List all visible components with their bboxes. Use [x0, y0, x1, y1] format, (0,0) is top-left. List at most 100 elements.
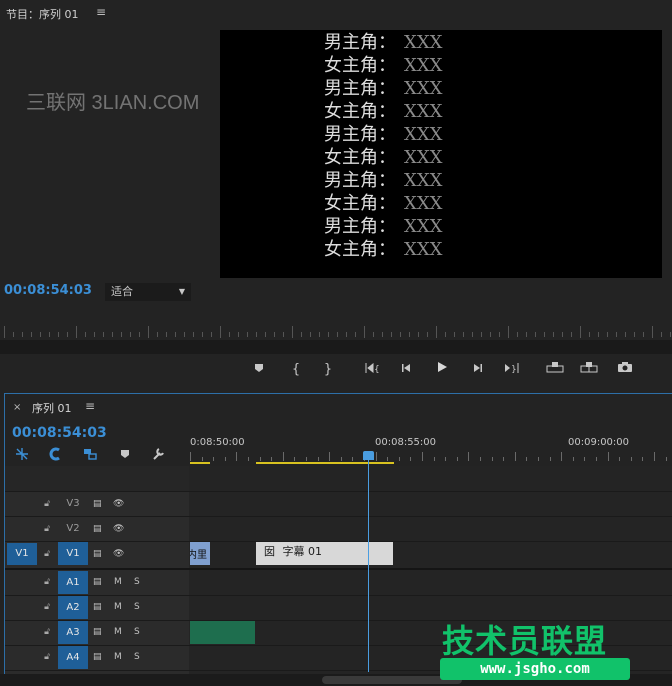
step-back-icon[interactable]	[396, 361, 418, 379]
timeline-ruler[interactable]: 0:08:50:00 00:08:55:00 00:09:00:00	[190, 432, 672, 466]
play-icon[interactable]	[431, 361, 453, 379]
ruler-tick	[526, 457, 527, 461]
track-name-a2[interactable]: A2	[58, 596, 88, 619]
sequence-tab[interactable]: 序列 01	[32, 400, 72, 416]
lock-icon[interactable]: 🔓︎	[42, 549, 52, 559]
ruler-tick	[445, 457, 446, 461]
ruler-tick	[619, 457, 620, 461]
sync-lock-icon[interactable]: ▤	[93, 524, 102, 534]
mark-out-icon[interactable]: }	[317, 361, 339, 379]
camera-icon[interactable]	[614, 361, 636, 379]
credit-name: XXX	[404, 78, 443, 99]
ruler-tick	[550, 457, 551, 461]
extract-icon[interactable]	[578, 361, 600, 379]
timeline-timecode[interactable]: 00:08:54:03	[12, 425, 107, 441]
ruler-tick	[463, 332, 464, 337]
ruler-tick	[445, 332, 446, 337]
track-name-v1[interactable]: V1	[58, 542, 88, 565]
nest-toggle-icon[interactable]	[14, 447, 30, 463]
solo-button[interactable]: S	[134, 577, 140, 587]
add-marker-icon[interactable]	[117, 447, 133, 463]
track-name-v3[interactable]: V3	[58, 492, 88, 515]
ruler-tick	[472, 332, 473, 337]
track-name-a3[interactable]: A3	[58, 621, 88, 644]
track-name-a4[interactable]: A4	[58, 646, 88, 669]
mute-button[interactable]: M	[114, 577, 122, 587]
lock-icon[interactable]: 🔓︎	[42, 524, 52, 534]
lock-icon[interactable]: 🔓︎	[42, 627, 52, 637]
sync-lock-icon[interactable]: ▤	[93, 577, 102, 587]
ruler-tick	[213, 457, 214, 461]
program-preview[interactable]: 男主角： XXX 女主角： XXX 男主角： XXX 女主角： XXX 男主角： XXX 女主角： X…	[220, 30, 662, 278]
ruler-tick	[175, 332, 176, 337]
marker-icon[interactable]	[248, 361, 270, 379]
source-patch-v1[interactable]: V1	[7, 543, 37, 565]
sync-lock-icon[interactable]: ▤	[93, 499, 102, 509]
work-area-bar[interactable]	[256, 462, 394, 464]
lock-icon[interactable]: 🔓︎	[42, 652, 52, 662]
panel-menu-icon[interactable]: ≡	[85, 399, 95, 413]
audio-clip[interactable]	[190, 621, 255, 644]
eye-icon[interactable]: 👁︎	[113, 524, 124, 534]
ruler-tick	[418, 332, 419, 337]
solo-button[interactable]: S	[134, 602, 140, 612]
panel-menu-icon[interactable]: ≡	[96, 5, 106, 19]
ruler-tick	[248, 457, 249, 461]
credit-line: 男主角： XXX	[324, 123, 564, 146]
solo-button[interactable]: S	[134, 652, 140, 662]
track-name-v2[interactable]: V2	[58, 517, 88, 540]
video-clip-label: 内里	[190, 550, 207, 561]
ruler-tick	[490, 332, 491, 337]
sync-lock-icon[interactable]: ▤	[93, 627, 102, 637]
credit-role: 女主角：	[324, 101, 396, 122]
ruler-tick	[517, 332, 518, 337]
playhead-line[interactable]	[368, 458, 369, 672]
ruler-tick	[400, 332, 401, 337]
snap-icon[interactable]	[47, 447, 63, 463]
title-clip[interactable]: 囡 字幕 01	[256, 542, 393, 565]
ruler-tick	[292, 326, 293, 338]
ruler-tick	[422, 452, 423, 461]
ruler-tick	[274, 332, 275, 337]
solo-button[interactable]: S	[134, 627, 140, 637]
ruler-tick	[481, 332, 482, 337]
video-clip[interactable]: 内里	[190, 542, 210, 565]
chevron-down-icon: ▼	[178, 287, 185, 296]
ruler-tick	[306, 457, 307, 461]
sync-lock-icon[interactable]: ▤	[93, 602, 102, 612]
sync-lock-icon[interactable]: ▤	[93, 652, 102, 662]
mute-button[interactable]: M	[114, 602, 122, 612]
track-divider	[5, 516, 672, 517]
mute-button[interactable]: M	[114, 652, 122, 662]
monitor-time-ruler[interactable]	[0, 318, 672, 340]
step-forward-icon[interactable]	[466, 361, 488, 379]
lock-icon[interactable]: 🔓︎	[42, 577, 52, 587]
ruler-tick	[85, 332, 86, 337]
eye-icon[interactable]: 👁︎	[113, 499, 124, 509]
monitor-zoom-scrollbar[interactable]	[0, 340, 672, 354]
ruler-tick	[399, 457, 400, 461]
track-name-a1[interactable]: A1	[58, 571, 88, 594]
work-area-bar[interactable]	[190, 462, 210, 464]
mute-button[interactable]: M	[114, 627, 122, 637]
lock-icon[interactable]: 🔓︎	[42, 602, 52, 612]
mark-in-icon[interactable]: {	[285, 361, 307, 379]
go-to-in-icon[interactable]: {	[362, 361, 384, 379]
lift-icon[interactable]	[544, 361, 566, 379]
ruler-tick	[376, 452, 377, 461]
eye-icon[interactable]: 👁︎	[113, 549, 124, 559]
zoom-fit-select[interactable]: 适合 ▼	[105, 283, 191, 301]
wrench-icon[interactable]	[150, 447, 166, 463]
ruler-tick	[31, 332, 32, 337]
go-to-out-icon[interactable]: }	[500, 361, 522, 379]
credit-role: 男主角：	[324, 216, 396, 237]
credit-line: 女主角： XXX	[324, 146, 564, 169]
close-tab-icon[interactable]: ×	[13, 402, 21, 413]
program-timecode[interactable]: 00:08:54:03	[4, 283, 92, 298]
lock-icon[interactable]: 🔓︎	[42, 499, 52, 509]
ruler-tick	[130, 332, 131, 337]
linked-selection-icon[interactable]	[82, 447, 98, 463]
program-monitor-title[interactable]: 节目：序列 01	[6, 6, 79, 22]
ruler-tick	[631, 457, 632, 461]
sync-lock-icon[interactable]: ▤	[93, 549, 102, 559]
